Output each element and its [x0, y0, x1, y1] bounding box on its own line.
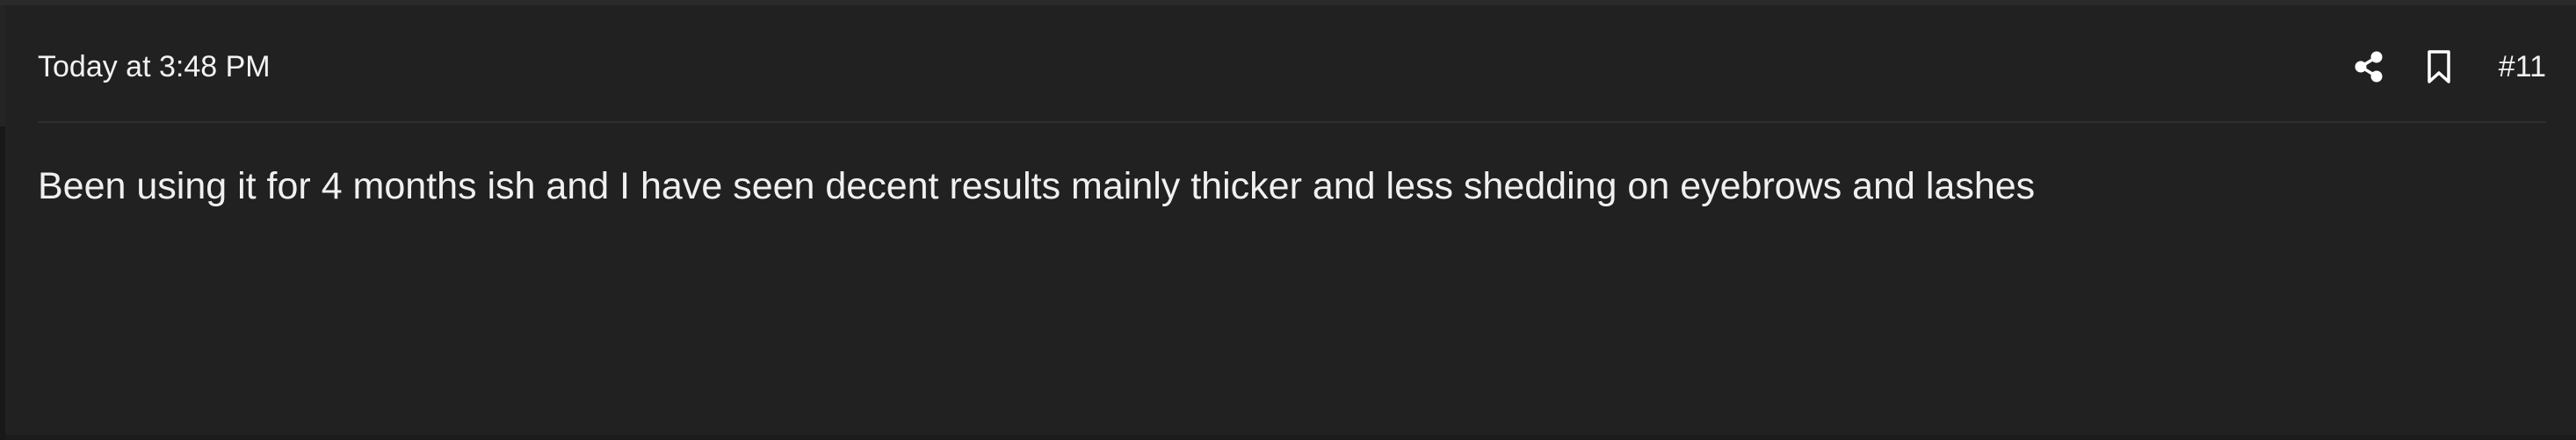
post-body-text: Been using it for 4 months ish and I hav…	[38, 165, 2036, 207]
share-icon	[2355, 51, 2383, 83]
bookmark-button[interactable]	[2421, 47, 2457, 86]
post-actions: #11	[2349, 46, 2546, 88]
share-button[interactable]	[2349, 47, 2388, 86]
post-number-link[interactable]: #11	[2499, 49, 2546, 84]
left-edge-notch	[0, 5, 5, 126]
post-timestamp[interactable]: Today at 3:48 PM	[38, 49, 271, 84]
forum-post: Today at 3:48 PM #11 Been using it for 4…	[0, 0, 2576, 440]
bookmark-icon	[2428, 50, 2450, 83]
post-header: Today at 3:48 PM #11	[38, 5, 2546, 123]
